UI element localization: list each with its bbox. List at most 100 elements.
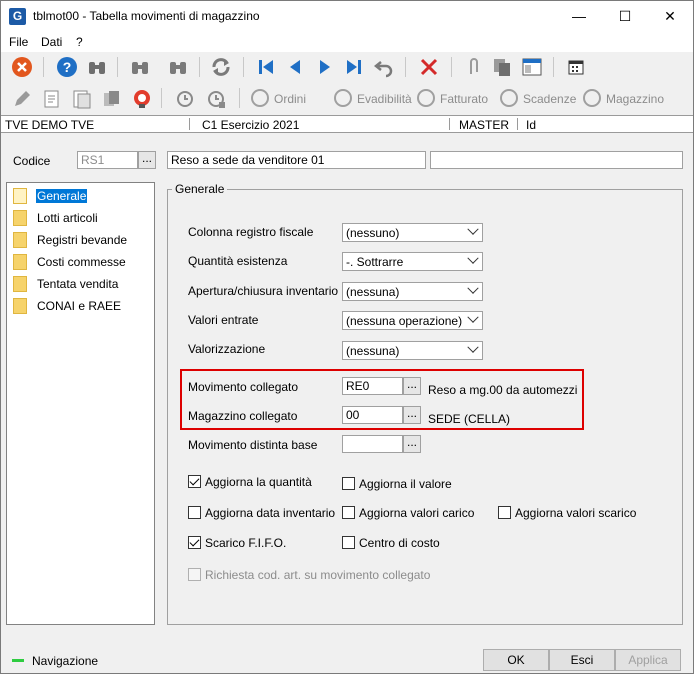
checkbox-icon xyxy=(342,477,355,490)
codice-lookup-button[interactable]: ... xyxy=(138,151,156,169)
edit-pencil-icon[interactable] xyxy=(11,88,33,110)
help-icon[interactable]: ? xyxy=(56,56,78,78)
document-list-icon[interactable] xyxy=(71,88,93,110)
scarico-fifo-label: Scarico F.I.F.O. xyxy=(205,536,287,550)
colonna-registro-select[interactable]: (nessuno) xyxy=(342,223,483,242)
mov-distinta-lookup-button[interactable]: ... xyxy=(403,435,421,453)
mov-collegato-label: Movimento collegato xyxy=(188,380,299,394)
codice-label: Codice xyxy=(13,154,51,168)
main-toolbar: ? xyxy=(1,52,693,83)
history-user-icon[interactable] xyxy=(205,88,227,110)
find-binoculars-icon[interactable] xyxy=(129,56,151,78)
extra-field[interactable] xyxy=(430,151,683,169)
layout-icon[interactable] xyxy=(521,56,543,78)
refresh-icon[interactable] xyxy=(210,56,232,78)
minimize-button[interactable]: — xyxy=(556,1,602,32)
undo-icon[interactable] xyxy=(373,56,395,78)
valori-entrate-select[interactable]: (nessuna operazione) xyxy=(342,311,483,330)
aggiorna-valori-scarico-label: Aggiorna valori scarico xyxy=(515,506,637,520)
valorizzazione-label: Valorizzazione xyxy=(188,342,266,356)
nav-item-tentata-vendita[interactable]: Tentata vendita xyxy=(13,275,153,293)
valorizzazione-value: (nessuna) xyxy=(346,344,400,358)
richiesta-cod-label: Richiesta cod. art. su movimento collega… xyxy=(205,568,431,582)
folder-icon xyxy=(13,298,27,314)
description-field[interactable]: Reso a sede da venditore 01 xyxy=(167,151,426,169)
valori-entrate-value: (nessuna operazione) xyxy=(346,314,463,328)
checkbox-icon xyxy=(342,536,355,549)
exit-icon[interactable] xyxy=(11,56,33,78)
chevron-down-icon xyxy=(467,282,479,294)
attachment-icon[interactable] xyxy=(463,56,485,78)
nav-item-costi-commesse[interactable]: Costi commesse xyxy=(13,253,153,271)
calendar-icon[interactable] xyxy=(565,56,587,78)
copy-icon[interactable] xyxy=(491,56,513,78)
nav-item-generale[interactable]: Generale xyxy=(13,187,153,205)
magazzino-button[interactable]: Magazzino xyxy=(606,92,664,106)
history-icon[interactable] xyxy=(174,88,196,110)
close-button[interactable]: ✕ xyxy=(647,1,693,32)
last-record-icon[interactable] xyxy=(343,56,365,78)
applica-button[interactable]: Applica xyxy=(615,649,681,671)
mag-collegato-field[interactable]: 00 xyxy=(342,406,403,424)
documents-stack-icon[interactable] xyxy=(101,88,123,110)
nav-item-label: Lotti articoli xyxy=(37,211,98,225)
user-label: MASTER xyxy=(459,118,510,132)
exercise-label: C1 Esercizio 2021 xyxy=(202,118,300,132)
ok-button[interactable]: OK xyxy=(483,649,549,671)
info-bar: TVE DEMO TVE C1 Esercizio 2021 MASTER Id xyxy=(1,115,693,133)
search-binoculars-icon[interactable] xyxy=(86,56,108,78)
folder-icon xyxy=(13,210,27,226)
quantita-select[interactable]: -. Sottrarre xyxy=(342,252,483,271)
section-tree: Generale Lotti articoli Registri bevande… xyxy=(6,182,155,625)
folder-icon xyxy=(13,254,27,270)
apertura-value: (nessuna) xyxy=(346,285,400,299)
find-next-icon[interactable] xyxy=(167,56,189,78)
quantita-value: -. Sottrarre xyxy=(346,255,404,269)
evadibilita-icon xyxy=(334,89,352,107)
apertura-select[interactable]: (nessuna) xyxy=(342,282,483,301)
menu-file[interactable]: File xyxy=(9,35,28,49)
previous-record-icon[interactable] xyxy=(284,56,306,78)
first-record-icon[interactable] xyxy=(255,56,277,78)
scadenze-icon xyxy=(500,89,518,107)
navigazione-label: Navigazione xyxy=(32,654,99,668)
menu-dati[interactable]: Dati xyxy=(41,35,62,49)
mag-collegato-lookup-button[interactable]: ... xyxy=(403,406,421,424)
fatturato-button[interactable]: Fatturato xyxy=(440,92,488,106)
valorizzazione-select[interactable]: (nessuna) xyxy=(342,341,483,360)
scadenze-button[interactable]: Scadenze xyxy=(523,92,576,106)
mov-collegato-lookup-button[interactable]: ... xyxy=(403,377,421,395)
nav-item-lotti-articoli[interactable]: Lotti articoli xyxy=(13,209,153,227)
evadibilita-button[interactable]: Evadibilità xyxy=(357,92,412,106)
chevron-down-icon xyxy=(467,223,479,235)
next-record-icon[interactable] xyxy=(314,56,336,78)
maximize-button[interactable]: ☐ xyxy=(602,1,648,32)
esci-button[interactable]: Esci xyxy=(549,649,615,671)
document-icon[interactable] xyxy=(41,88,63,110)
mov-collegato-field[interactable]: RE0 xyxy=(342,377,403,395)
magazzino-icon xyxy=(583,89,601,107)
mag-collegato-label: Magazzino collegato xyxy=(188,409,298,423)
folder-open-icon xyxy=(13,188,27,204)
ordini-icon xyxy=(251,89,269,107)
mov-distinta-field[interactable] xyxy=(342,435,403,453)
mov-distinta-label: Movimento distinta base xyxy=(188,438,318,452)
app-logo-icon: G xyxy=(9,8,26,25)
checkbox-checked-icon xyxy=(188,475,201,488)
search-user-icon[interactable] xyxy=(131,88,153,110)
nav-item-registri-bevande[interactable]: Registri bevande xyxy=(13,231,153,249)
quantita-label: Quantità esistenza xyxy=(188,254,288,268)
delete-icon[interactable] xyxy=(418,56,440,78)
checkbox-checked-icon xyxy=(188,536,201,549)
menu-help[interactable]: ? xyxy=(76,35,83,49)
company-name: TVE DEMO TVE xyxy=(5,118,95,132)
colonna-registro-value: (nessuno) xyxy=(346,226,400,240)
ordini-button[interactable]: Ordini xyxy=(274,92,306,106)
aggiorna-data-inventario-label: Aggiorna data inventario xyxy=(205,506,336,520)
apertura-label: Apertura/chiusura inventario xyxy=(188,284,339,298)
codice-field[interactable]: RS1 xyxy=(77,151,138,169)
status-indicator-icon xyxy=(12,659,24,662)
nav-item-conai-raee[interactable]: CONAI e RAEE xyxy=(13,297,153,315)
checkbox-icon xyxy=(188,506,201,519)
panel-title: Generale xyxy=(172,182,228,196)
